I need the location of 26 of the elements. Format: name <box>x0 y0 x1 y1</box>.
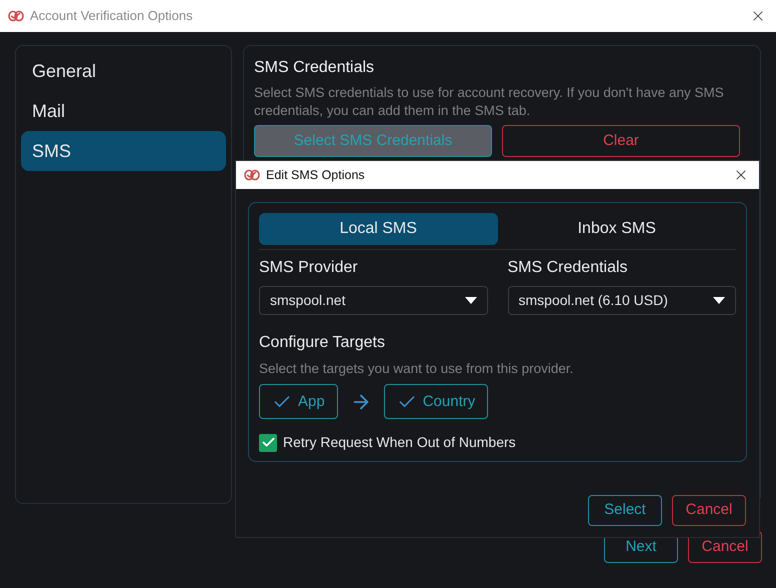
window-title: Account Verification Options <box>30 7 193 26</box>
dropdown-arrow-icon <box>713 297 725 304</box>
targets-title: Configure Targets <box>259 333 386 353</box>
field-label: SMS Credentials <box>508 258 629 278</box>
checkbox-label: Retry Request When Out of Numbers <box>283 433 516 452</box>
app-logo-icon <box>8 10 24 22</box>
action-button[interactable]: Select <box>588 495 662 526</box>
dropdown[interactable]: smspool.net <box>259 286 488 315</box>
target-toggle[interactable]: Country <box>384 384 488 420</box>
dropdown-arrow-icon <box>464 297 476 304</box>
dialog-title: Edit SMS Options <box>266 166 365 184</box>
tab[interactable]: Inbox SMS <box>498 213 736 245</box>
sidebar-item[interactable]: SMS <box>21 131 226 171</box>
tab[interactable]: Local SMS <box>259 213 498 245</box>
section-title: SMS Credentials <box>254 58 376 78</box>
target-toggle[interactable]: App <box>259 384 338 420</box>
dialog-logo-icon <box>244 169 260 181</box>
cancel-button[interactable]: Clear <box>502 125 740 157</box>
cancel-button[interactable]: Cancel <box>672 495 746 526</box>
sidebar-item[interactable]: General <box>21 51 226 91</box>
targets-description: Select the targets you want to use from this provider. <box>259 360 574 378</box>
checkbox[interactable] <box>259 434 277 452</box>
sidebar-item[interactable]: Mail <box>21 91 226 131</box>
dropdown[interactable]: smspool.net (6.10 USD) <box>508 286 736 315</box>
field-label: SMS Provider <box>259 258 359 278</box>
section-description: Select SMS credentials to use for account recovery. If you don't have any SMS credentials, you can add them in the SMS tab. <box>254 84 725 120</box>
